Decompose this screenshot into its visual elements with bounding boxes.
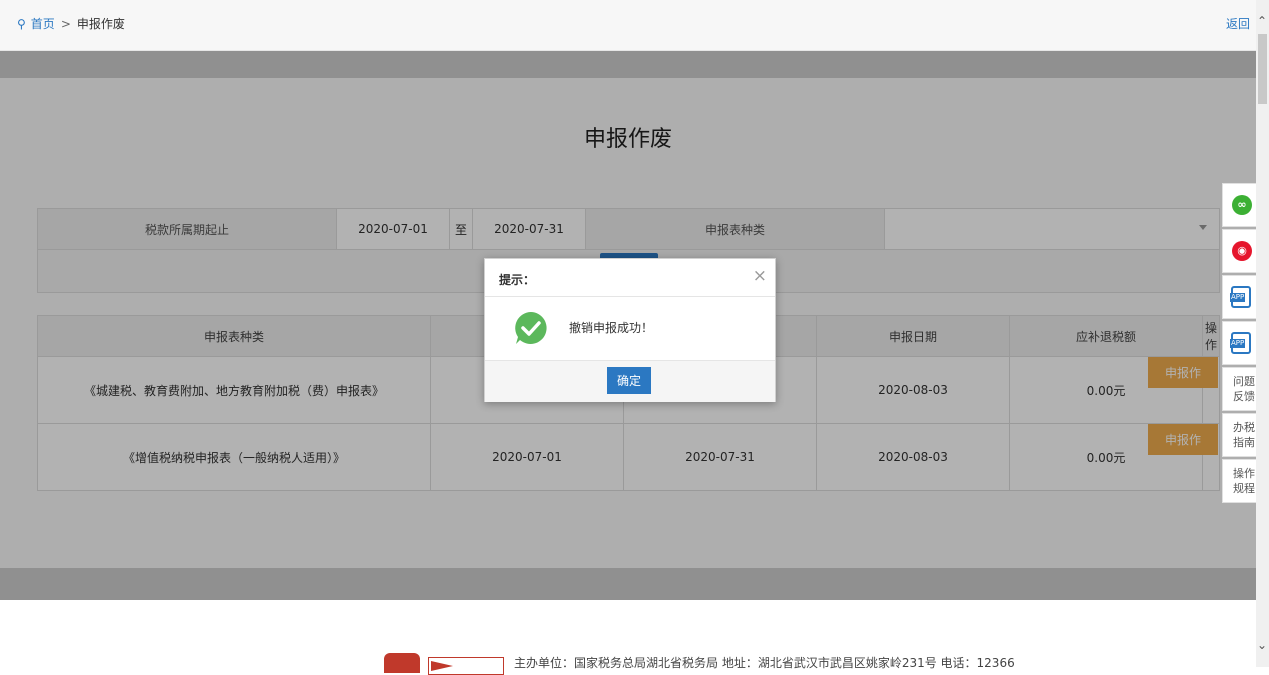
dialog-title: 提示： [499, 273, 536, 287]
dialog-message: 撤销申报成功！ [569, 321, 654, 335]
app-badge: APP [1230, 293, 1246, 302]
wechat-icon: ∞ [1232, 195, 1252, 215]
government-site-logo [428, 657, 504, 675]
side-item-label: 问题 [1233, 375, 1255, 388]
app-badge: APP [1230, 339, 1246, 348]
scroll-down-icon[interactable]: ⌄ [1257, 638, 1267, 652]
side-item-wechat[interactable]: ∞ [1222, 183, 1256, 227]
dialog-footer: 确定 [485, 360, 775, 402]
app-icon: APP [1230, 286, 1251, 308]
app-icon: APP [1230, 332, 1251, 354]
confirm-button[interactable]: 确定 [607, 367, 651, 394]
location-pin-icon: ⚲ [17, 17, 26, 31]
side-item-weibo[interactable]: ◉ [1222, 229, 1256, 273]
breadcrumb-home-link[interactable]: 首页 [31, 17, 55, 31]
side-item-app[interactable]: APP [1222, 275, 1256, 319]
tax-emblem-logo [384, 653, 420, 673]
back-link[interactable]: 返回 [1226, 16, 1250, 32]
side-item-procedures[interactable]: 操作 规程 [1222, 459, 1256, 503]
success-check-icon [515, 312, 547, 344]
close-icon[interactable]: × [753, 266, 767, 286]
scrollbar-thumb[interactable] [1258, 34, 1267, 104]
side-item-label: 规程 [1233, 482, 1255, 495]
breadcrumb-trail: ⚲ 首页 > 申报作废 [17, 16, 125, 32]
side-item-label: 操作 [1233, 467, 1255, 480]
side-item-guide[interactable]: 办税 指南 [1222, 413, 1256, 457]
breadcrumb-separator: > [60, 17, 71, 31]
breadcrumb-current: 申报作废 [76, 17, 125, 31]
dialog-body: 撤销申报成功！ [485, 297, 775, 360]
side-item-label: 反馈 [1233, 390, 1255, 403]
side-item-feedback[interactable]: 问题 反馈 [1222, 367, 1256, 411]
weibo-icon: ◉ [1232, 241, 1252, 261]
breadcrumb: ⚲ 首页 > 申报作废 返回 [0, 0, 1256, 51]
side-toolbar: ∞ ◉ APP APP 问题 反馈 办税 指南 操作 规程 [1222, 183, 1256, 505]
alert-dialog: 提示： × 撤销申报成功！ 确定 [484, 258, 776, 402]
dialog-header: 提示： × [485, 259, 775, 297]
scroll-up-icon[interactable]: ⌃ [1257, 14, 1267, 28]
side-item-label: 办税 [1233, 421, 1255, 434]
side-item-app-2[interactable]: APP [1222, 321, 1256, 365]
footer: 主办单位：国家税务总局湖北省税务局 地址：湖北省武汉市武昌区姚家岭231号 电话… [0, 600, 1256, 675]
side-item-label: 指南 [1233, 436, 1255, 449]
footer-info: 主办单位：国家税务总局湖北省税务局 地址：湖北省武汉市武昌区姚家岭231号 电话… [514, 656, 1015, 670]
